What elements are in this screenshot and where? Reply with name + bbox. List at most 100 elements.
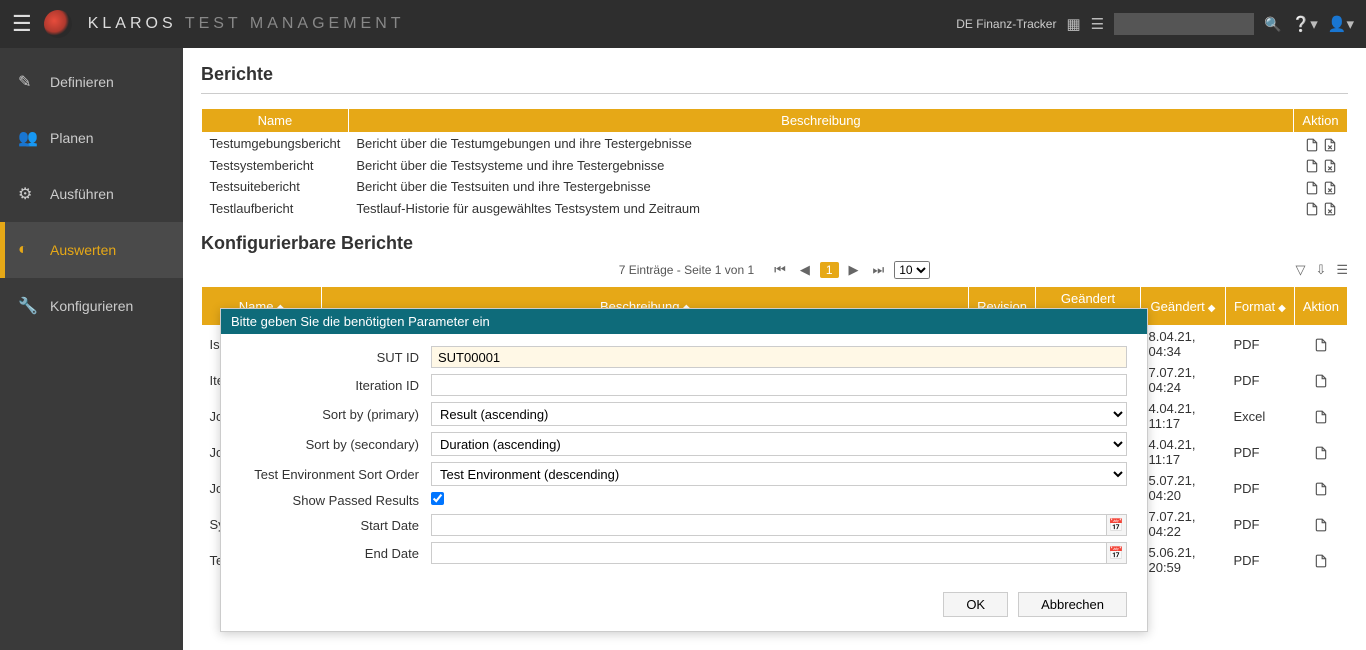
- changed-date: 7.07.21, 04:24: [1140, 362, 1225, 398]
- archive-icon[interactable]: ▦: [1066, 15, 1080, 33]
- pager: 7 Einträge - Seite 1 von 1 ⏮ ◀ 1 ▶ ⏭ 10 …: [201, 260, 1348, 280]
- env-sort-select[interactable]: Test Environment (descending): [431, 462, 1127, 486]
- sidebar: ✎ Definieren 👥Planen ⚙ Ausführen ◐ Auswerte…: [0, 48, 183, 650]
- dialog-title: Bitte geben Sie die benötigten Parameter…: [221, 309, 1147, 334]
- start-date-input[interactable]: [431, 514, 1107, 536]
- pie-chart-icon: ◐: [18, 241, 36, 259]
- excel-action-icon[interactable]: [1321, 179, 1339, 194]
- changed-date: 5.07.21, 04:20: [1140, 470, 1225, 506]
- file-action-icon[interactable]: [1312, 516, 1330, 531]
- sidebar-item-konfigurieren[interactable]: 🔧 Konfigurieren: [0, 278, 183, 334]
- file-action-icon[interactable]: [1312, 552, 1330, 567]
- sidebar-item-ausfuehren[interactable]: ⚙ Ausführen: [0, 166, 183, 222]
- brand-primary: KLAROS: [88, 15, 177, 32]
- end-date-input[interactable]: [431, 542, 1107, 564]
- changed-date: 8.04.21, 04:34: [1140, 326, 1225, 363]
- col-name[interactable]: Name: [202, 109, 349, 133]
- format: Excel: [1225, 398, 1294, 434]
- sut-id-input[interactable]: [431, 346, 1127, 368]
- show-passed-checkbox[interactable]: [431, 492, 444, 505]
- col-changed[interactable]: Geändert◆: [1140, 287, 1225, 326]
- format: PDF: [1225, 470, 1294, 506]
- pager-pagesize-select[interactable]: 10: [894, 261, 930, 279]
- search-icon[interactable]: 🔍: [1264, 16, 1281, 33]
- col-format[interactable]: Format◆: [1225, 287, 1294, 326]
- brand: KLAROS TEST MANAGEMENT: [88, 15, 405, 33]
- label-sut-id: SUT ID: [241, 350, 431, 365]
- pdf-action-icon[interactable]: [1303, 158, 1321, 173]
- report-desc: Testlauf-Historie für ausgewähltes Tests…: [348, 198, 1293, 220]
- pager-prev-icon[interactable]: ◀: [796, 260, 814, 280]
- pager-first-icon[interactable]: ⏮: [770, 260, 790, 280]
- label-sort-secondary: Sort by (secondary): [241, 437, 431, 452]
- pager-next-icon[interactable]: ▶: [845, 260, 863, 280]
- sidebar-item-label: Ausführen: [50, 186, 114, 202]
- sidebar-item-auswerten[interactable]: ◐ Auswerten: [0, 222, 183, 278]
- report-desc: Bericht über die Testsuiten und ihre Tes…: [348, 176, 1293, 198]
- topbar: ☰ KLAROS TEST MANAGEMENT DE Finanz-Track…: [0, 0, 1366, 48]
- changed-date: 5.06.21, 20:59: [1140, 542, 1225, 578]
- file-action-icon[interactable]: [1312, 336, 1330, 351]
- pdf-action-icon[interactable]: [1303, 179, 1321, 194]
- list-icon[interactable]: ☰: [1091, 15, 1104, 33]
- edit-icon: ✎: [18, 72, 36, 92]
- sidebar-item-label: Konfigurieren: [50, 298, 133, 314]
- sidebar-item-definieren[interactable]: ✎ Definieren: [0, 54, 183, 110]
- reports-table: Name Beschreibung Aktion Testumgebungsbe…: [201, 108, 1348, 219]
- report-desc: Bericht über die Testumgebungen und ihre…: [348, 133, 1293, 155]
- ok-button[interactable]: OK: [943, 592, 1008, 617]
- iteration-id-input[interactable]: [431, 374, 1127, 396]
- calendar-icon[interactable]: 📅: [1106, 542, 1127, 564]
- format: PDF: [1225, 542, 1294, 578]
- file-action-icon[interactable]: [1312, 372, 1330, 387]
- brand-secondary: TEST MANAGEMENT: [185, 15, 405, 32]
- pager-last-icon[interactable]: ⏭: [869, 260, 889, 280]
- report-name[interactable]: Testlaufbericht: [202, 198, 349, 220]
- report-name[interactable]: Testumgebungsbericht: [202, 133, 349, 155]
- file-action-icon[interactable]: [1312, 408, 1330, 423]
- project-name: DE Finanz-Tracker: [956, 17, 1056, 31]
- sidebar-item-label: Definieren: [50, 74, 114, 90]
- excel-action-icon[interactable]: [1321, 136, 1339, 151]
- format: PDF: [1225, 326, 1294, 363]
- help-icon[interactable]: ❔▾: [1292, 15, 1318, 33]
- menu-toggle-icon[interactable]: ☰: [12, 11, 32, 37]
- section-title-konfig-berichte: Konfigurierbare Berichte: [201, 233, 1348, 254]
- sort-secondary-select[interactable]: Duration (ascending): [431, 432, 1127, 456]
- global-search-input[interactable]: [1114, 13, 1254, 35]
- download-icon[interactable]: ⇩: [1315, 262, 1326, 278]
- label-env-sort: Test Environment Sort Order: [241, 467, 431, 482]
- format: PDF: [1225, 506, 1294, 542]
- col-aktion: Aktion: [1294, 109, 1348, 133]
- col-aktion: Aktion: [1294, 287, 1347, 326]
- sidebar-item-planen[interactable]: 👥Planen: [0, 110, 183, 166]
- report-name[interactable]: Testsystembericht: [202, 155, 349, 177]
- users-icon: 👥: [18, 128, 36, 148]
- menu-icon[interactable]: ☰: [1336, 262, 1348, 278]
- excel-action-icon[interactable]: [1321, 158, 1339, 173]
- report-name[interactable]: Testsuitebericht: [202, 176, 349, 198]
- pdf-action-icon[interactable]: [1303, 136, 1321, 151]
- label-show-passed: Show Passed Results: [241, 493, 431, 508]
- calendar-icon[interactable]: 📅: [1106, 514, 1127, 536]
- changed-date: 7.07.21, 04:22: [1140, 506, 1225, 542]
- col-desc[interactable]: Beschreibung: [348, 109, 1293, 133]
- format: PDF: [1225, 362, 1294, 398]
- format: PDF: [1225, 434, 1294, 470]
- wrench-icon: 🔧: [18, 296, 36, 316]
- label-end-date: End Date: [241, 546, 431, 561]
- file-action-icon[interactable]: [1312, 480, 1330, 495]
- gear-icon: ⚙: [18, 184, 36, 204]
- pdf-action-icon[interactable]: [1303, 201, 1321, 216]
- excel-action-icon[interactable]: [1321, 201, 1339, 216]
- report-desc: Bericht über die Testsysteme und ihre Te…: [348, 155, 1293, 177]
- filter-icon[interactable]: ▽: [1295, 262, 1305, 278]
- pager-info: 7 Einträge - Seite 1 von 1: [619, 263, 754, 277]
- sort-primary-select[interactable]: Result (ascending): [431, 402, 1127, 426]
- label-sort-primary: Sort by (primary): [241, 407, 431, 422]
- file-action-icon[interactable]: [1312, 444, 1330, 459]
- logo: [44, 10, 72, 38]
- cancel-button[interactable]: Abbrechen: [1018, 592, 1127, 617]
- user-menu-icon[interactable]: 👤▾: [1328, 15, 1354, 33]
- sidebar-item-label: Auswerten: [50, 242, 116, 258]
